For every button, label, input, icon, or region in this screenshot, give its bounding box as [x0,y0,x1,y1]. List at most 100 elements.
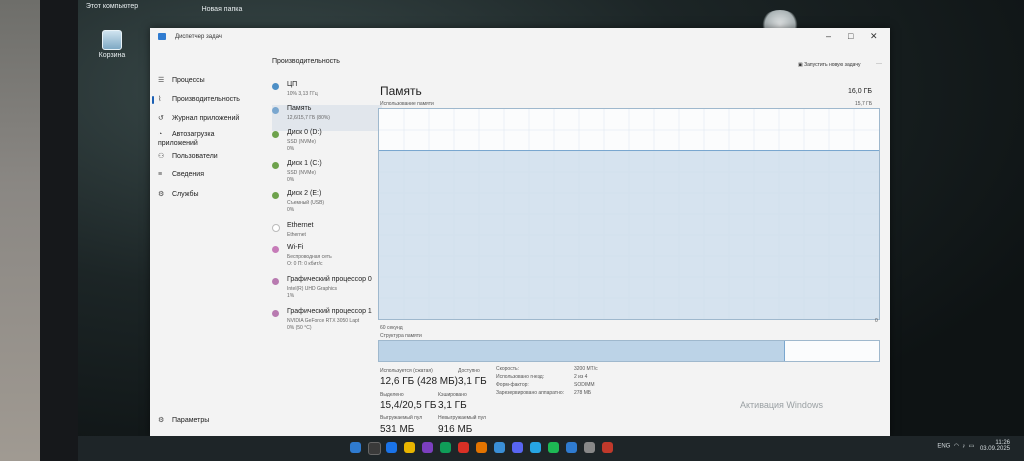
resource-gpu-1[interactable]: Графический процессор 1 NVIDIA GeForce R… [272,308,382,338]
details-icon: ≡ [158,171,163,178]
services-icon: ⚙ [158,191,165,198]
app-icon-9[interactable] [602,442,613,453]
resource-name: Графический процессор 1 [287,308,372,315]
resource-detail: Intel(R) UHD Graphics [287,286,338,292]
language-indicator[interactable]: ENG [937,444,950,450]
sidebar-item-details[interactable]: ≡ Сведения [158,171,204,178]
taskbar: ENG ◠ ♪ ▭ 11:26 03.09.2025 [78,436,1024,461]
browser-icon[interactable] [386,442,397,453]
resource-color-dot [272,246,279,253]
sidebar-item-users[interactable]: ⚇ Пользователи [158,152,218,160]
sidebar-item-label: Службы [172,191,199,198]
detail-formfactor-value: SODIMM [574,382,595,388]
app-icon-1[interactable] [422,442,433,453]
performance-icon: ⌇ [158,96,162,103]
resource-disk-2[interactable]: Диск 2 (E:) Съемный (USB) 0% [272,190,382,220]
close-button[interactable]: ✕ [870,31,878,42]
app-icon-8[interactable] [584,442,595,453]
start-icon[interactable] [350,442,361,453]
app-icon-3[interactable] [458,442,469,453]
sidebar-item-app-history[interactable]: ↺ Журнал приложений [158,114,239,122]
usage-chart-max: 15,7 ГБ [855,101,873,107]
section-heading: Производительность [272,58,340,65]
telegram-icon[interactable] [530,442,541,453]
resource-usage: 0% [287,207,295,213]
folder-icon[interactable] [404,442,415,453]
resource-detail: NVIDIA GeForce RTX 3050 Lapt [287,318,360,324]
resource-color-dot [272,310,279,317]
memory-usage-chart [378,108,880,320]
detail-speed-value: 3200 МТ/с [574,366,598,372]
resource-name: Графический процессор 0 [287,276,372,283]
app-icon-5[interactable] [494,442,505,453]
resource-name: Память [287,105,312,112]
app-icon-4[interactable] [476,442,487,453]
available-label: Доступно [458,368,480,374]
resource-disk-0[interactable]: Диск 0 (D:) SSD (NVMe) 0% [272,129,382,159]
sidebar-item-performance[interactable]: ⌇ Производительность [152,95,240,104]
run-new-task-button[interactable]: ▣ Запустить новую задачу [798,62,860,68]
app-icon-6[interactable] [512,442,523,453]
sidebar-item-startup[interactable]: ◔ Автозагрузка приложений [158,130,230,148]
sidebar-item-processes[interactable]: ☰ Процессы [158,76,205,84]
resource-name: Ethernet [287,222,314,229]
resource-color-dot [272,162,279,169]
desktop-icon-label: Этот компьютер [85,3,139,10]
memory-composition-bar [378,340,880,362]
desktop-icon-computer[interactable]: Этот компьютер [82,2,142,10]
sidebar-item-services[interactable]: ⚙ Службы [158,190,199,198]
volume-icon[interactable]: ♪ [962,444,965,450]
resource-detail: SSD (NVMe) [287,170,316,176]
more-options-button[interactable]: ··· [876,61,882,67]
chart-time-label: 60 секунд [380,325,403,331]
app-icon-7[interactable] [548,442,559,453]
resource-ethernet[interactable]: Ethernet Ethernet [272,222,382,244]
resource-wifi[interactable]: Wi-Fi Беспроводная сеть О: 0 П: 0 кбит/с [272,244,382,274]
nonpaged-pool-label: Невыгружаемый пул [438,415,486,421]
paged-pool-value: 531 МБ [380,424,415,435]
desktop-icon-recycle-bin[interactable]: Корзина [82,30,142,59]
sidebar-item-label: Журнал приложений [172,115,240,122]
nonpaged-pool-value: 916 МБ [438,424,473,435]
resource-color-dot [272,83,279,90]
wifi-icon[interactable]: ◠ [954,444,959,450]
resource-color-dot [272,224,280,232]
detail-speed-label: Скорость: [496,366,519,372]
resource-memory[interactable]: Память 12,6/15,7 ГБ (80%) [272,105,382,131]
maximize-button[interactable]: □ [848,31,853,41]
desktop-icon-label: Новая папка [201,6,243,13]
resource-detail: 12,6/15,7 ГБ (80%) [287,115,330,121]
desktop-icon-folder[interactable]: Новая папка [192,5,252,13]
sidebar-item-label: Сведения [172,171,204,178]
battery-icon[interactable]: ▭ [969,444,975,450]
task-manager-icon[interactable] [566,442,577,453]
sidebar-item-label: Автозагрузка приложений [158,131,215,147]
recycle-bin-icon [102,30,122,50]
startup-icon: ◔ [158,131,163,138]
resource-gpu-0[interactable]: Графический процессор 0 Intel(R) UHD Gra… [272,276,382,306]
in-use-value: 12,6 ГБ (428 МБ) [380,376,459,387]
folder-icon [192,5,193,6]
sidebar-item-settings[interactable]: ⚙ Параметры [158,416,209,424]
clock[interactable]: 11:26 03.09.2025 [980,440,1010,452]
task-manager-window: Диспетчер задач – □ ✕ ☰ Процессы ⌇ Произво… [150,28,890,436]
minimize-button[interactable]: – [826,31,831,41]
run-new-task-label: Запустить новую задачу [804,62,861,68]
sidebar-item-label: Параметры [172,417,210,424]
available-value: 3,1 ГБ [458,376,487,387]
app-icon-2[interactable] [440,442,451,453]
resource-disk-1[interactable]: Диск 1 (C:) SSD (NVMe) 0% [272,160,382,190]
resource-color-dot [272,107,279,114]
resource-detail: 10% 3,13 ГГц [287,91,318,97]
paged-pool-label: Выгружаемый пул [380,415,423,421]
in-use-label: Используется (сжатая) [380,368,433,374]
resource-color-dot [272,192,279,199]
detail-formfactor-label: Форм-фактор: [496,382,529,388]
resource-cpu[interactable]: ЦП 10% 3,13 ГГц [272,81,382,105]
usage-area [379,150,879,319]
memory-usage-svg [379,109,879,319]
system-tray[interactable]: ENG ◠ ♪ ▭ 11:26 03.09.2025 [937,440,1010,452]
search-icon[interactable] [368,442,381,455]
sidebar: ☰ Процессы ⌇ Производительность ↺ Журнал пр… [150,48,260,436]
committed-label: Выделено [380,392,404,398]
